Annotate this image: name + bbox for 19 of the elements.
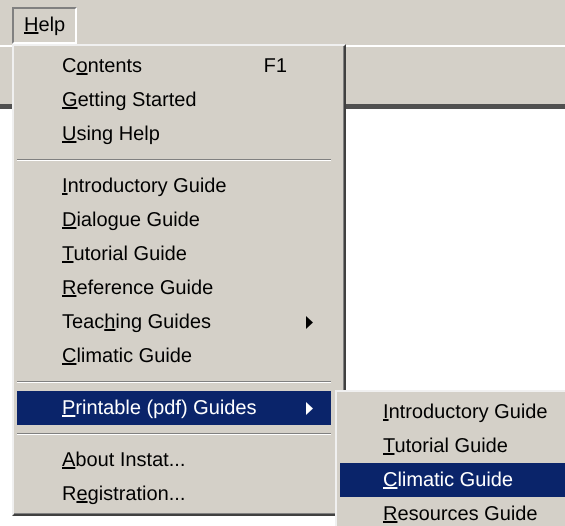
menu-item[interactable]: Introductory Guide	[17, 169, 331, 203]
menu-item[interactable]: Introductory Guide	[340, 395, 565, 429]
menu-item[interactable]: Reference Guide	[17, 271, 331, 305]
submenu-arrow-icon	[306, 316, 313, 328]
menu-item[interactable]: Using Help	[17, 117, 331, 151]
menu-item[interactable]: Contents F1	[17, 49, 331, 83]
menu-item[interactable]: Resources Guide	[340, 497, 565, 526]
menu-item[interactable]: Printable (pdf) Guides	[17, 391, 331, 425]
menu-item[interactable]: Tutorial Guide	[340, 429, 565, 463]
menu-item[interactable]: About Instat...	[17, 443, 331, 477]
menu-title[interactable]: Help	[12, 7, 78, 44]
menu-item[interactable]: Teaching Guides	[17, 305, 331, 339]
menu-item[interactable]: Tutorial Guide	[17, 237, 331, 271]
menu-item[interactable]: Registration...	[17, 477, 331, 511]
menu-item[interactable]: Climatic Guide	[340, 463, 565, 497]
menu-item[interactable]: Climatic Guide	[17, 339, 331, 373]
submenu-arrow-icon	[306, 402, 313, 414]
menu-item[interactable]: Getting Started	[17, 83, 331, 117]
menu-item[interactable]: Dialogue Guide	[17, 203, 331, 237]
